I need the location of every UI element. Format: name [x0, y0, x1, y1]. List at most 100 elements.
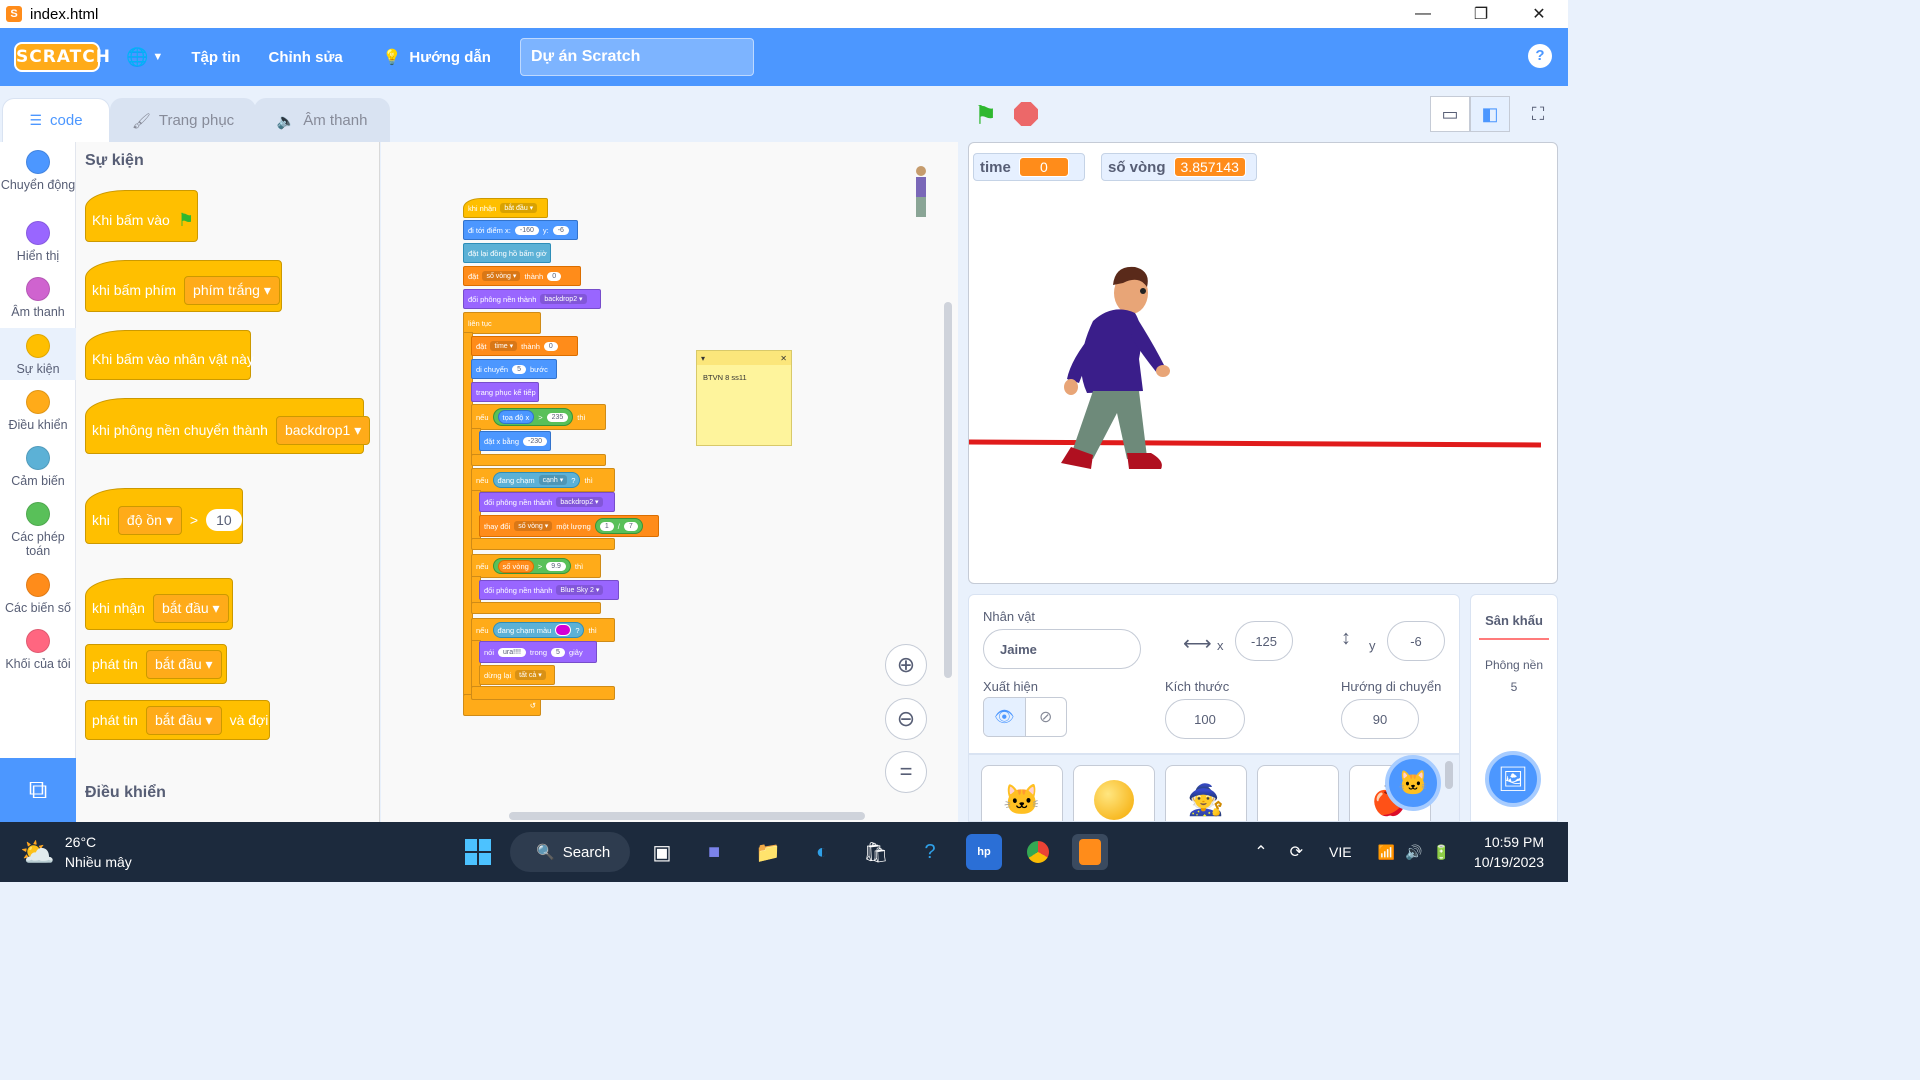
- when-backdrop-switches-block[interactable]: khi phông nền chuyển thành backdrop1: [85, 398, 371, 454]
- small-stage-button[interactable]: ▭: [1430, 96, 1470, 132]
- message-dropdown[interactable]: bắt đầu: [145, 649, 222, 679]
- variable-dropdown[interactable]: số vòng: [514, 521, 553, 531]
- vertical-scrollbar[interactable]: [944, 302, 952, 678]
- close-button[interactable]: ✕: [1510, 0, 1568, 28]
- y-input[interactable]: -6: [552, 225, 569, 235]
- category-events[interactable]: Sự kiện: [0, 328, 76, 380]
- value-input[interactable]: 7: [623, 521, 638, 531]
- size-input[interactable]: 100: [1165, 699, 1245, 739]
- weather-widget[interactable]: ⛅ 26°C Nhiều mây: [20, 832, 132, 872]
- category-motion[interactable]: Chuyển động: [0, 150, 76, 192]
- sprite-thumb-empty[interactable]: [1257, 765, 1339, 821]
- x-input[interactable]: -160: [514, 225, 539, 235]
- maximize-button[interactable]: ❐: [1452, 0, 1510, 28]
- when-sprite-clicked-block[interactable]: Khi bấm vào nhân vật này: [85, 330, 254, 380]
- script-set-x[interactable]: đặt x bằng -230: [479, 431, 551, 451]
- seconds-input[interactable]: 5: [551, 647, 565, 657]
- sprite-thumb-wizard[interactable]: 🧙: [1165, 765, 1247, 821]
- when-flag-clicked-block[interactable]: Khi bấm vào ⚑: [85, 190, 198, 242]
- value-input[interactable]: 1: [599, 521, 614, 531]
- battery-icon[interactable]: 🔋: [1432, 844, 1449, 861]
- file-menu[interactable]: Tập tin: [191, 49, 240, 66]
- object-dropdown[interactable]: cạnh: [538, 475, 568, 485]
- value-input[interactable]: 0: [547, 271, 562, 281]
- close-icon[interactable]: ✕: [780, 354, 787, 363]
- stop-sign-icon[interactable]: [1014, 102, 1038, 126]
- add-extension-button[interactable]: ⧉: [0, 758, 76, 822]
- broadcast-block[interactable]: phát tin bắt đầu: [85, 644, 227, 684]
- variable-dropdown[interactable]: time: [490, 341, 518, 351]
- show-eye-icon[interactable]: 👁: [984, 698, 1026, 736]
- script-if-touching-color[interactable]: nếu đang chạm màu ? thì: [471, 618, 615, 642]
- choose-backdrop-button[interactable]: 🖼: [1485, 751, 1541, 807]
- backdrop-dropdown[interactable]: Blue Sky 2: [556, 585, 604, 595]
- when-key-pressed-block[interactable]: khi bấm phím phím trắng: [85, 260, 282, 312]
- chrome-icon[interactable]: [1020, 834, 1056, 870]
- value-input[interactable]: 9.9: [546, 561, 566, 571]
- edge-icon[interactable]: ◐: [804, 834, 840, 870]
- sprite-thumb-cat[interactable]: 🐱: [981, 765, 1063, 821]
- category-operators[interactable]: Các phép toán: [0, 502, 76, 558]
- value-input[interactable]: -230: [523, 436, 548, 446]
- task-view-icon[interactable]: ▣: [644, 834, 680, 870]
- script-switch-backdrop-3[interactable]: đổi phông nền thành Blue Sky 2: [479, 580, 619, 600]
- sprite-list-scrollbar[interactable]: [1445, 761, 1453, 789]
- sprite-name-input[interactable]: Jaime: [983, 629, 1141, 669]
- volume-icon[interactable]: 🔊: [1405, 844, 1422, 861]
- store-icon[interactable]: 🛍: [858, 834, 894, 870]
- color-swatch[interactable]: [555, 624, 572, 636]
- x-position-reporter[interactable]: tọa độ x: [497, 410, 535, 424]
- sprite-thumb-ball[interactable]: [1073, 765, 1155, 821]
- clock[interactable]: 10:59 PM 10/19/2023: [1474, 832, 1544, 872]
- script-move-steps[interactable]: di chuyển 5 bước: [471, 359, 557, 379]
- green-flag-icon[interactable]: ⚑: [974, 100, 997, 131]
- hide-eye-icon[interactable]: ⊘: [1026, 698, 1067, 736]
- script-goto-xy[interactable]: đi tới điểm x: -160 y: -6: [463, 220, 578, 240]
- stop-dropdown[interactable]: tất cả: [515, 670, 546, 680]
- scratch-app-icon[interactable]: [1072, 834, 1108, 870]
- backdrop-dropdown[interactable]: backdrop1: [275, 415, 371, 445]
- script-area[interactable]: khi nhận bắt đầu đi tới điểm x: -160 y: …: [381, 142, 958, 822]
- chevron-up-icon[interactable]: ⌃: [1254, 842, 1267, 862]
- script-if-touching-edge[interactable]: nếu đang chạm cạnh ? thì: [471, 468, 615, 492]
- get-help-icon[interactable]: ?: [912, 834, 948, 870]
- script-if-laps-gt[interactable]: nếu số vòng > 9.9 thì: [471, 554, 601, 578]
- steps-input[interactable]: 5: [512, 364, 527, 374]
- divide-operator[interactable]: 1 / 7: [594, 518, 643, 534]
- horizontal-scrollbar[interactable]: [509, 812, 865, 820]
- category-looks[interactable]: Hiển thị: [0, 221, 76, 263]
- variable-reporter[interactable]: số vòng: [497, 559, 534, 573]
- x-input[interactable]: -125: [1235, 621, 1293, 661]
- tab-code[interactable]: ☰ code: [2, 98, 110, 142]
- comment-text[interactable]: BTVN 8 ss11: [697, 365, 791, 390]
- choose-sprite-button[interactable]: 🐱: [1385, 755, 1441, 811]
- script-switch-backdrop[interactable]: đổi phông nền thành backdrop2: [463, 289, 601, 309]
- script-next-costume[interactable]: trang phục kế tiếp: [471, 382, 539, 402]
- script-set-variable[interactable]: đặt số vòng thành 0: [463, 266, 581, 286]
- collapse-icon[interactable]: ▾: [701, 354, 705, 363]
- gt-operator[interactable]: số vòng > 9.9: [492, 558, 571, 574]
- zoom-in-button[interactable]: ⊕: [885, 644, 927, 686]
- comment-note[interactable]: ▾ ✕ BTVN 8 ss11: [696, 350, 792, 446]
- backdrop-dropdown[interactable]: backdrop2: [556, 497, 603, 507]
- script-reset-timer[interactable]: đặt lại đồng hồ bấm giờ: [463, 243, 551, 263]
- category-sound[interactable]: Âm thanh: [0, 277, 76, 319]
- key-dropdown[interactable]: phím trắng: [184, 275, 280, 305]
- sensor-dropdown[interactable]: độ ồn: [117, 505, 182, 535]
- minimize-button[interactable]: —: [1394, 0, 1452, 28]
- script-if-x-gt[interactable]: nếu tọa độ x > 235 thì: [471, 404, 606, 430]
- variable-dropdown[interactable]: số vòng: [482, 271, 521, 281]
- backdrop-dropdown[interactable]: backdrop2: [540, 294, 587, 304]
- script-hat-when-receive[interactable]: khi nhận bắt đầu: [463, 198, 548, 218]
- value-input[interactable]: 235: [546, 412, 569, 422]
- touching-sensor[interactable]: đang chạm cạnh ?: [492, 472, 581, 488]
- jaime-sprite[interactable]: [1053, 263, 1173, 481]
- message-dropdown[interactable]: bắt đầu: [145, 705, 222, 735]
- tab-sounds[interactable]: 🔈 Âm thanh: [254, 98, 390, 142]
- broadcast-and-wait-block[interactable]: phát tin bắt đầu và đợi: [85, 700, 270, 740]
- myhp-icon[interactable]: hp: [966, 834, 1002, 870]
- sync-icon[interactable]: ⟳: [1290, 842, 1303, 862]
- stage-canvas[interactable]: time 0 số vòng 3.857143: [968, 142, 1558, 584]
- tutorials-button[interactable]: 💡 Hướng dẫn: [383, 48, 491, 67]
- taskbar-search[interactable]: 🔍 Search: [510, 832, 630, 872]
